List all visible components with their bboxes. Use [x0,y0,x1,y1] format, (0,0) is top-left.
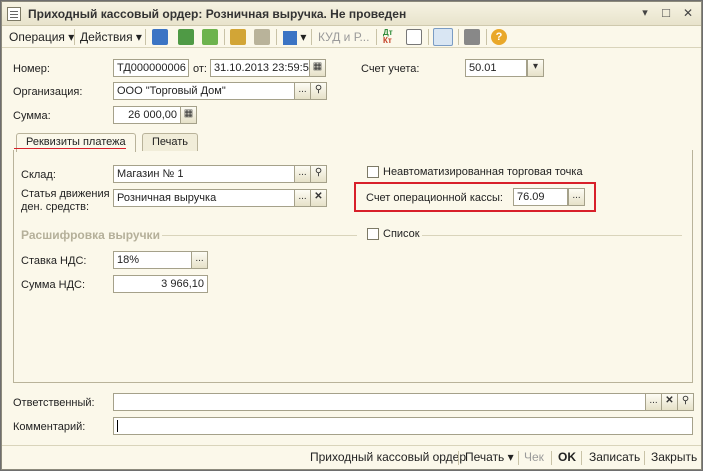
window-title: Приходный кассовый ордер: Розничная выру… [28,7,407,21]
list-settings-icon[interactable] [464,29,480,45]
warehouse-label: Склад: [21,169,56,181]
close-icon[interactable]: ✕ [680,6,696,22]
close-button[interactable]: Закрыть [651,450,697,464]
organization-label: Организация: [13,86,83,98]
select-button[interactable]: ... [191,251,208,269]
cash-flow-field[interactable]: Розничная выручка [113,189,295,207]
save-button[interactable]: Записать [589,450,640,464]
text-cursor [117,420,118,432]
post-icon[interactable] [178,29,194,45]
date-field[interactable]: 31.10.2013 23:59:59 [210,59,310,77]
check-button[interactable]: Чек [524,450,544,464]
cash-account-field[interactable]: 76.09 [513,188,568,206]
section-divider [162,235,357,236]
post-close-icon[interactable] [152,29,168,45]
tab-underline [14,148,126,149]
organization-field[interactable]: ООО "Торговый Дом" [113,82,295,100]
minimize-icon[interactable]: □ [658,6,674,22]
sum-field[interactable]: 26 000,00 [113,106,181,124]
number-label: Номер: [13,63,50,75]
warehouse-field[interactable]: Магазин № 1 [113,165,295,183]
sum-label: Сумма: [13,110,51,122]
comment-field[interactable] [113,417,693,435]
cash-flow-label-line2: ден. средств: [21,201,90,213]
section-divider [422,235,682,236]
clear-icon[interactable]: ✕ [310,189,327,207]
print-menu[interactable]: Печать ▾ [465,450,514,464]
calendar-icon[interactable]: ▦ [309,59,326,77]
kud-button[interactable]: КУД и Р... [318,29,369,45]
select-button[interactable]: ... [294,82,311,100]
responsible-label: Ответственный: [13,397,95,409]
list-label: Список [383,228,420,240]
dropdown-icon[interactable]: ▾ [527,59,544,77]
search-icon[interactable]: ⚲ [677,393,694,411]
operation-menu[interactable]: Операция ▾ [9,29,74,45]
search-icon[interactable]: ⚲ [310,165,327,183]
journal-icon[interactable] [406,29,422,45]
section-title: Расшифровка выручки [21,228,160,242]
menu-icon[interactable]: ▾ [637,6,653,22]
based-on-icon [283,30,297,45]
cash-account-label: Счет операционной кассы: [366,192,503,204]
help-icon[interactable]: ? [491,29,507,45]
search-icon[interactable]: ⚲ [310,82,327,100]
responsible-field[interactable] [113,393,646,411]
select-button[interactable]: ... [294,165,311,183]
clear-icon[interactable]: ✕ [661,393,678,411]
print-form-button[interactable]: Приходный кассовый ордер [310,450,466,464]
non-automated-checkbox[interactable] [367,166,379,178]
select-button[interactable]: ... [645,393,662,411]
create-based-on-button[interactable]: ▾ [283,29,306,45]
select-button[interactable]: ... [294,189,311,207]
non-automated-label: Неавтоматизированная торговая точка [383,166,583,178]
dtkt-icon[interactable]: Дт Кт [383,29,393,45]
select-button[interactable]: ... [568,188,585,206]
document-window: Приходный кассовый ордер: Розничная выру… [1,1,702,470]
actions-menu[interactable]: Действия ▾ [80,29,142,45]
structure-icon[interactable] [433,28,453,46]
command-bar: Приходный кассовый ордер Печать ▾ Чек OK… [2,445,701,469]
document-icon [7,7,21,21]
account-field[interactable]: 50.01 [465,59,527,77]
ok-button[interactable]: OK [558,450,576,464]
calculator-icon[interactable]: ▦ [180,106,197,124]
tab-print[interactable]: Печать [142,133,199,151]
vat-rate-field[interactable]: 18% [113,251,192,269]
title-bar: Приходный кассовый ордер: Розничная выру… [2,2,701,26]
number-field[interactable]: ТД000000006 [113,59,189,77]
comment-label: Комментарий: [13,421,86,433]
list-checkbox[interactable] [367,228,379,240]
vat-sum-field[interactable]: 3 966,10 [113,275,208,293]
vat-rate-label: Ставка НДС: [21,255,87,267]
cash-flow-label-line1: Статья движения [21,188,110,200]
delete-icon[interactable] [254,29,270,45]
date-label: от: [193,63,207,75]
refresh-icon[interactable] [202,29,218,45]
vat-sum-label: Сумма НДС: [21,279,86,291]
toolbar: Операция ▾ Действия ▾ ▾ КУД и Р... Дт Кт … [2,26,701,48]
copy-icon[interactable] [230,29,246,45]
account-label: Счет учета: [361,63,420,75]
